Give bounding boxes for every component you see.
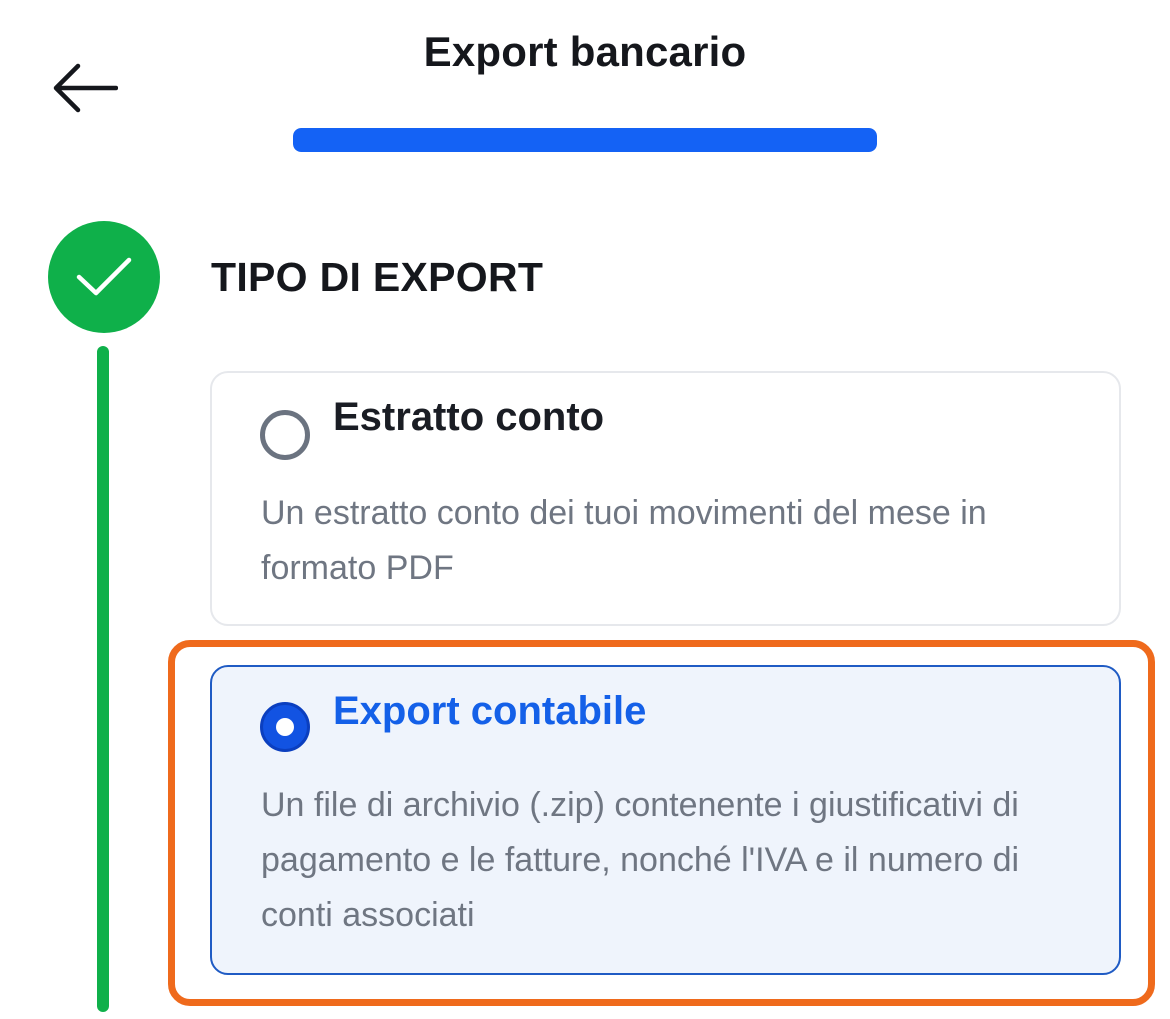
radio-button-selected[interactable] (260, 702, 310, 752)
radio-dot (276, 718, 294, 736)
option-export-contabile[interactable]: Export contabile Un file di archivio (.z… (210, 665, 1121, 975)
page-title: Export bancario (423, 28, 747, 75)
option-description: Un file di archivio (.zip) contenente i … (261, 786, 1020, 934)
radio-button-unselected[interactable] (260, 410, 310, 460)
step-completed-indicator (48, 221, 160, 333)
stepper-line (97, 346, 109, 1012)
option-title: Estratto conto (333, 395, 605, 439)
export-screen: Export bancario TIPO DI EXPORT Estratto … (0, 0, 1170, 1019)
option-estratto-conto[interactable]: Estratto conto Un estratto conto dei tuo… (210, 371, 1121, 626)
progress-bar-fill (293, 128, 877, 152)
section-title: TIPO DI EXPORT (211, 254, 544, 300)
option-description: Un estratto conto dei tuoi movimenti del… (261, 494, 987, 587)
option-title: Export contabile (333, 689, 647, 733)
checkmark-icon (76, 257, 132, 296)
progress-bar (293, 128, 877, 152)
